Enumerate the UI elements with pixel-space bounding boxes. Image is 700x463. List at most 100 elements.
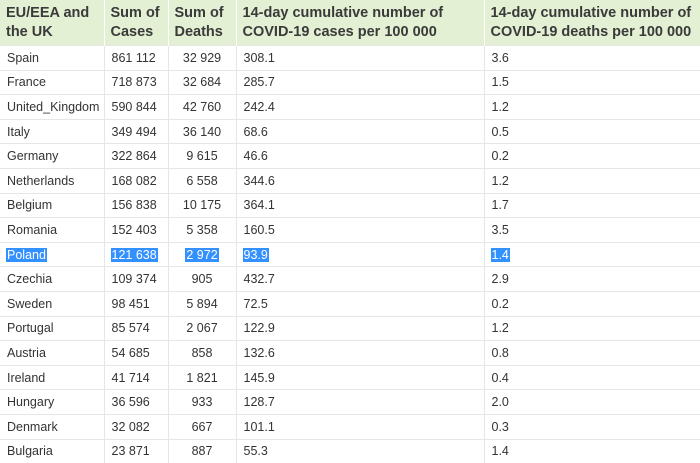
deaths-14day-cell-text: 2.9 xyxy=(491,272,510,286)
table-row[interactable]: Portugal85 5742 067122.91.2 xyxy=(0,316,700,341)
sum-of-cases-cell-text: 718 873 xyxy=(111,75,158,89)
sum-of-cases-cell-text: 109 374 xyxy=(111,272,158,286)
country-cell: Belgium xyxy=(0,193,104,218)
country-cell: Poland xyxy=(0,242,104,267)
sum-of-cases-cell-text: 98 451 xyxy=(111,297,151,311)
country-cell: Austria xyxy=(0,341,104,366)
deaths-14day-cell: 0.2 xyxy=(484,144,700,169)
deaths-14day-cell-text: 0.4 xyxy=(491,371,510,385)
deaths-14day-cell-text: 2.0 xyxy=(491,395,510,409)
sum-of-cases-cell: 41 714 xyxy=(104,365,168,390)
table-row[interactable]: Netherlands168 0826 558344.61.2 xyxy=(0,168,700,193)
deaths-14day-cell: 1.5 xyxy=(484,70,700,95)
cases-14day-cell-text: 160.5 xyxy=(243,223,276,237)
country-cell-text: Belgium xyxy=(6,198,53,212)
sum-of-deaths-cell: 5 358 xyxy=(168,218,236,243)
deaths-14day-cell-text: 1.2 xyxy=(491,174,510,188)
country-cell: Ireland xyxy=(0,365,104,390)
cases-14day-cell: 93.9 xyxy=(236,242,484,267)
deaths-14day-cell: 3.5 xyxy=(484,218,700,243)
sum-of-cases-cell: 322 864 xyxy=(104,144,168,169)
table-row[interactable]: Belgium156 83810 175364.11.7 xyxy=(0,193,700,218)
sum-of-cases-cell: 54 685 xyxy=(104,341,168,366)
deaths-14day-cell-text: 1.2 xyxy=(491,100,510,114)
table-row[interactable]: Austria54 685858132.60.8 xyxy=(0,341,700,366)
deaths-14day-cell: 1.4 xyxy=(484,439,700,463)
sum-of-deaths-cell: 858 xyxy=(168,341,236,366)
sum-of-deaths-cell-text: 1 821 xyxy=(185,371,218,385)
sum-of-cases-cell-text: 322 864 xyxy=(111,149,158,163)
table-row[interactable]: Bulgaria23 87188755.31.4 xyxy=(0,439,700,463)
table-row[interactable]: Sweden98 4515 89472.50.2 xyxy=(0,291,700,316)
country-cell-text: Hungary xyxy=(6,395,55,409)
sum-of-deaths-cell-text: 887 xyxy=(191,444,214,458)
table-row[interactable]: Denmark32 082667101.10.3 xyxy=(0,414,700,439)
table-row[interactable]: France718 87332 684285.71.5 xyxy=(0,70,700,95)
header-14day-deaths: 14-day cumulative number of COVID-19 dea… xyxy=(484,0,700,46)
deaths-14day-cell: 3.6 xyxy=(484,46,700,71)
table-row[interactable]: Spain861 11232 929308.13.6 xyxy=(0,46,700,71)
sum-of-deaths-cell: 32 929 xyxy=(168,46,236,71)
table-row[interactable]: Germany322 8649 61546.60.2 xyxy=(0,144,700,169)
country-cell-text: Spain xyxy=(6,51,40,65)
header-sum-of-deaths: Sum of Deaths xyxy=(168,0,236,46)
country-cell-text: Austria xyxy=(6,346,47,360)
sum-of-cases-cell-text: 54 685 xyxy=(111,346,151,360)
sum-of-cases-cell: 36 596 xyxy=(104,390,168,415)
cases-14day-cell: 242.4 xyxy=(236,95,484,120)
sum-of-deaths-cell-text: 858 xyxy=(191,346,214,360)
deaths-14day-cell: 0.4 xyxy=(484,365,700,390)
sum-of-deaths-cell-text: 10 175 xyxy=(182,198,222,212)
sum-of-deaths-cell: 2 067 xyxy=(168,316,236,341)
cases-14day-cell-text: 72.5 xyxy=(243,297,269,311)
sum-of-cases-cell-text: 861 112 xyxy=(111,51,157,65)
country-cell-text: France xyxy=(6,75,47,89)
table-row[interactable]: Ireland41 714 1 821 145.9 0.4 xyxy=(0,365,700,390)
cases-14day-cell: 145.9 xyxy=(236,365,484,390)
table-row[interactable]: Romania152 4035 358160.53.5 xyxy=(0,218,700,243)
country-cell: Denmark xyxy=(0,414,104,439)
table-row[interactable]: Italy349 49436 14068.60.5 xyxy=(0,119,700,144)
country-cell: Czechia xyxy=(0,267,104,292)
deaths-14day-cell-text: 0.5 xyxy=(491,125,510,139)
deaths-14day-cell: 1.2 xyxy=(484,95,700,120)
country-cell-text: Italy xyxy=(6,125,31,139)
sum-of-deaths-cell: 933 xyxy=(168,390,236,415)
sum-of-cases-cell-text: 85 574 xyxy=(111,321,151,335)
cases-14day-cell-text: 93.9 xyxy=(243,248,269,262)
table-row[interactable]: Poland121 6382 97293.91.4 xyxy=(0,242,700,267)
sum-of-deaths-cell-text: 32 929 xyxy=(182,51,222,65)
deaths-14day-cell-text: 3.6 xyxy=(491,51,510,65)
country-cell: Netherlands xyxy=(0,168,104,193)
table-row[interactable]: Czechia109 374905432.72.9 xyxy=(0,267,700,292)
cases-14day-cell: 364.1 xyxy=(236,193,484,218)
country-cell-text: Denmark xyxy=(6,420,59,434)
sum-of-cases-cell: 718 873 xyxy=(104,70,168,95)
table-body: Spain861 11232 929308.13.6France718 8733… xyxy=(0,46,700,463)
deaths-14day-cell: 2.0 xyxy=(484,390,700,415)
sum-of-deaths-cell: 36 140 xyxy=(168,119,236,144)
country-cell: Germany xyxy=(0,144,104,169)
cases-14day-cell: 132.6 xyxy=(236,341,484,366)
deaths-14day-cell-text: 0.3 xyxy=(491,420,510,434)
sum-of-cases-cell: 168 082 xyxy=(104,168,168,193)
cases-14day-cell-text: 364.1 xyxy=(243,198,276,212)
cases-14day-cell: 122.9 xyxy=(236,316,484,341)
table-row[interactable]: United_Kingdom590 84442 760242.41.2 xyxy=(0,95,700,120)
country-cell-text: United_Kingdom xyxy=(6,100,100,114)
cases-14day-cell-text: 55.3 xyxy=(243,444,269,458)
table-row[interactable]: Hungary36 596933128.72.0 xyxy=(0,390,700,415)
deaths-14day-cell-text: 1.4 xyxy=(491,444,510,458)
sum-of-deaths-cell-text: 933 xyxy=(191,395,214,409)
cases-14day-cell-text: 285.7 xyxy=(243,75,276,89)
sum-of-deaths-cell: 1 821 xyxy=(168,365,236,390)
cases-14day-cell: 72.5 xyxy=(236,291,484,316)
header-sum-of-cases: Sum of Cases xyxy=(104,0,168,46)
sum-of-deaths-cell-text: 42 760 xyxy=(182,100,222,114)
sum-of-deaths-cell-text: 5 894 xyxy=(185,297,218,311)
header-row: EU/EEA and the UK Sum of Cases Sum of De… xyxy=(0,0,700,46)
sum-of-cases-cell: 109 374 xyxy=(104,267,168,292)
sum-of-cases-cell-text: 23 871 xyxy=(111,444,151,458)
cases-14day-cell-text: 68.6 xyxy=(243,125,269,139)
deaths-14day-cell: 0.5 xyxy=(484,119,700,144)
